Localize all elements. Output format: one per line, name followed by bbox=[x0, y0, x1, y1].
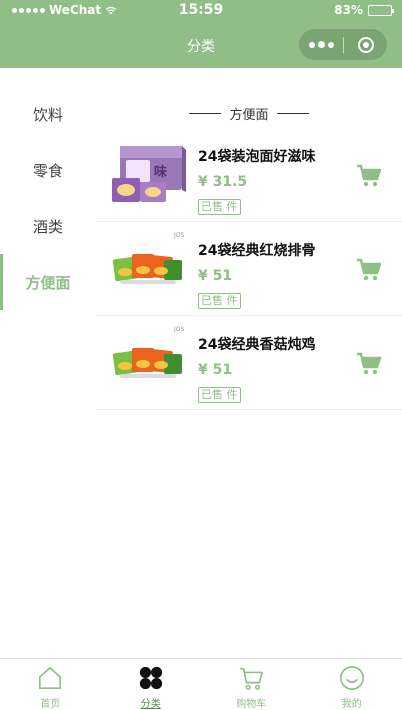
target-close-icon bbox=[358, 36, 374, 53]
smile-icon bbox=[339, 666, 364, 690]
add-to-cart-icon[interactable] bbox=[356, 258, 382, 282]
section-title: 方便面 bbox=[229, 107, 269, 123]
tab-label: 首页 bbox=[40, 699, 61, 710]
tab-profile[interactable]: 我的 bbox=[302, 659, 402, 710]
product-price: ¥ 51 bbox=[198, 268, 233, 284]
sidebar-item-snacks[interactable]: 零食 bbox=[0, 142, 96, 198]
instant-noodle-box-icon: 味 bbox=[112, 146, 186, 202]
close-mini-program-button[interactable] bbox=[344, 29, 388, 60]
sold-count-badge: 已售 件 bbox=[198, 387, 241, 403]
mini-program-capsule bbox=[298, 28, 388, 61]
instant-noodle-packs-icon bbox=[112, 348, 182, 378]
more-options-button[interactable] bbox=[299, 29, 343, 60]
svg-text:味: 味 bbox=[154, 164, 167, 180]
product-name: 24袋装泡面好滋味 bbox=[198, 149, 316, 165]
battery-percent: 83% bbox=[334, 3, 363, 17]
sidebar-item-instant-noodles[interactable]: 方便面 bbox=[0, 254, 96, 310]
sold-count-badge: 已售 件 bbox=[198, 199, 241, 215]
tab-label: 分类 bbox=[140, 699, 161, 710]
battery-status: 83% bbox=[334, 3, 394, 17]
category-icon bbox=[139, 666, 162, 690]
sidebar-item-drinks[interactable]: 饮料 bbox=[0, 86, 96, 142]
divider-line bbox=[189, 112, 222, 114]
tab-label: 我的 bbox=[341, 699, 362, 710]
instant-noodle-packs-icon bbox=[112, 254, 182, 284]
top-bar: WeChat 15:59 83% 分类 bbox=[0, 0, 402, 68]
tab-category[interactable]: 分类 bbox=[101, 659, 202, 710]
add-to-cart-icon[interactable] bbox=[356, 352, 382, 376]
more-dots-icon bbox=[308, 41, 315, 48]
tab-home[interactable]: 首页 bbox=[0, 659, 101, 710]
home-icon bbox=[39, 666, 62, 690]
product-list-panel: 方便面 味 24袋装泡面好滋味 ¥ 31.5 已售 件 JOS 24袋经典红烧排… bbox=[96, 68, 402, 410]
sidebar-item-liquor[interactable]: 酒类 bbox=[0, 198, 96, 254]
cart-icon bbox=[240, 667, 264, 690]
product-name: 24袋经典香菇炖鸡 bbox=[198, 337, 316, 353]
product-price: ¥ 51 bbox=[198, 362, 233, 378]
tab-label: 购物车 bbox=[236, 699, 267, 710]
add-to-cart-icon[interactable] bbox=[356, 164, 382, 188]
tab-cart[interactable]: 购物车 bbox=[201, 659, 302, 710]
category-sidebar: 饮料 零食 酒类 方便面 bbox=[0, 68, 96, 310]
bottom-tab-bar: 首页 分类 购物车 我的 bbox=[0, 658, 402, 710]
product-item[interactable]: JOS 24袋经典香菇炖鸡 ¥ 51 已售 件 bbox=[96, 316, 402, 410]
sold-count-badge: 已售 件 bbox=[198, 293, 241, 309]
product-name: 24袋经典红烧排骨 bbox=[198, 243, 316, 259]
status-bar: WeChat 15:59 83% bbox=[0, 0, 402, 22]
product-price: ¥ 31.5 bbox=[198, 174, 248, 190]
product-item[interactable]: 味 24袋装泡面好滋味 ¥ 31.5 已售 件 bbox=[96, 128, 402, 222]
product-item[interactable]: JOS 24袋经典红烧排骨 ¥ 51 已售 件 bbox=[96, 222, 402, 316]
divider-line bbox=[276, 112, 309, 114]
battery-icon bbox=[368, 4, 394, 16]
